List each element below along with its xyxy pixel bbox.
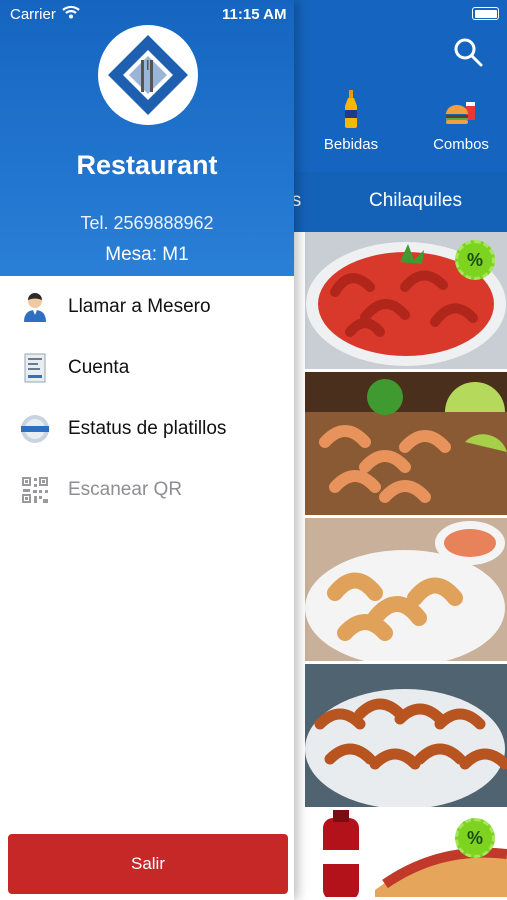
category-label: Bebidas [323, 136, 379, 153]
shrimp-dish-image [305, 372, 507, 515]
fried-shrimp-image [305, 518, 507, 661]
phone-number: Tel. 2569888962 [80, 213, 214, 233]
menu-item-label: Escanear QR [68, 478, 183, 500]
category-combos[interactable]: Combos [416, 90, 506, 153]
food-item[interactable] [305, 664, 507, 810]
menu-item-label: Estatus de platillos [68, 417, 227, 439]
drawer-header: Restaurant Tel. 2569888962 Mesa: M1 [0, 0, 294, 276]
grilled-shrimp-image [305, 664, 507, 807]
menu-item-label: Llamar a Mesero [68, 295, 211, 317]
beer-bottle-icon [306, 90, 396, 128]
search-icon [454, 38, 483, 67]
food-item[interactable] [305, 372, 507, 518]
burger-combo-icon [416, 90, 506, 128]
menu-item-llamar-mesero[interactable]: Llamar a Mesero [0, 276, 294, 337]
discount-badge: % [455, 240, 495, 280]
menu-item-label: Cuenta [68, 356, 130, 378]
restaurant-logo-icon [108, 35, 188, 115]
menu-item-cuenta[interactable]: Cuenta [0, 337, 294, 398]
category-bebidas[interactable]: Bebidas [306, 90, 396, 153]
menu-item-escanear-qr[interactable]: Escanear QR [0, 459, 294, 520]
battery-icon [472, 7, 499, 20]
tab-chilaquiles[interactable]: Chilaquiles [369, 190, 462, 212]
dish-status-icon [20, 414, 50, 444]
side-drawer: Restaurant Tel. 2569888962 Mesa: M1 Llam… [0, 0, 294, 900]
table-number: Mesa: M1 [105, 244, 189, 265]
discount-badge: % [455, 818, 495, 858]
menu-item-estatus-platillos[interactable]: Estatus de platillos [0, 398, 294, 459]
restaurant-name: Restaurant [76, 150, 218, 180]
restaurant-logo [98, 25, 198, 125]
logout-button[interactable]: Salir [8, 834, 288, 894]
receipt-icon [20, 353, 50, 383]
food-list: % % [305, 232, 507, 900]
food-item[interactable]: % [305, 232, 507, 372]
wifi-icon [62, 5, 80, 23]
category-label: Combos [433, 136, 489, 153]
status-time: 11:15 AM [222, 6, 287, 23]
food-item[interactable]: % [305, 810, 507, 900]
search-button[interactable] [452, 36, 484, 68]
status-bar: Carrier 11:15 AM [0, 0, 507, 28]
qr-code-icon [20, 475, 50, 505]
waiter-icon [20, 292, 50, 322]
food-item[interactable] [305, 518, 507, 664]
carrier-label: Carrier [10, 6, 56, 23]
drawer-menu: Llamar a Mesero Cuenta Estatus de platil… [0, 276, 294, 520]
